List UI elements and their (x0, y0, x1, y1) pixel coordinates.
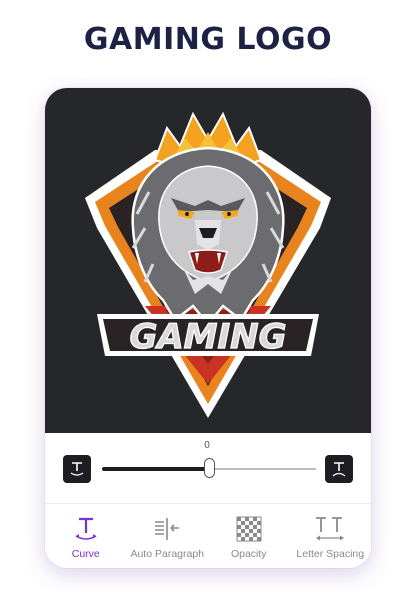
tool-letter-spacing[interactable]: Letter Spacing (290, 504, 372, 568)
tool-letter-spacing-label: Letter Spacing (296, 548, 365, 560)
curve-down-button[interactable] (63, 455, 91, 483)
curve-slider-row: 0 (45, 433, 371, 503)
curve-up-button[interactable] (325, 455, 353, 483)
tool-auto-paragraph-label: Auto Paragraph (130, 548, 205, 560)
opacity-checker-icon (236, 516, 262, 542)
title-word-2: LOGO (236, 22, 333, 57)
tool-curve[interactable]: Curve (45, 504, 127, 568)
logo-canvas[interactable]: GAMING (45, 88, 371, 433)
slider-fill (102, 467, 209, 471)
tool-opacity-label: Opacity (230, 548, 267, 560)
tool-auto-paragraph[interactable]: Auto Paragraph (127, 504, 209, 568)
lion-gaming-logo: GAMING (85, 111, 331, 418)
tool-curve-label: Curve (71, 548, 100, 560)
lion-mouth (188, 249, 228, 274)
letter-spacing-icon (316, 517, 345, 541)
logo-text: GAMING (129, 317, 286, 357)
curve-down-icon (70, 462, 84, 476)
curve-up-icon (332, 462, 346, 477)
text-tools-toolbar: Curve Auto Paragraph Opacity Letter Spac… (45, 504, 371, 568)
editor-card: GAMING 0 Curve Auto Paragraph Opacity Le… (45, 88, 371, 568)
title-word-1: GAMING (83, 22, 226, 57)
slider-value: 0 (204, 440, 210, 451)
curve-text-icon (75, 517, 97, 540)
auto-paragraph-icon (155, 518, 180, 540)
page-title: GAMING LOGO (0, 22, 416, 57)
tool-opacity[interactable]: Opacity (208, 504, 290, 568)
slider-thumb[interactable] (204, 458, 215, 478)
